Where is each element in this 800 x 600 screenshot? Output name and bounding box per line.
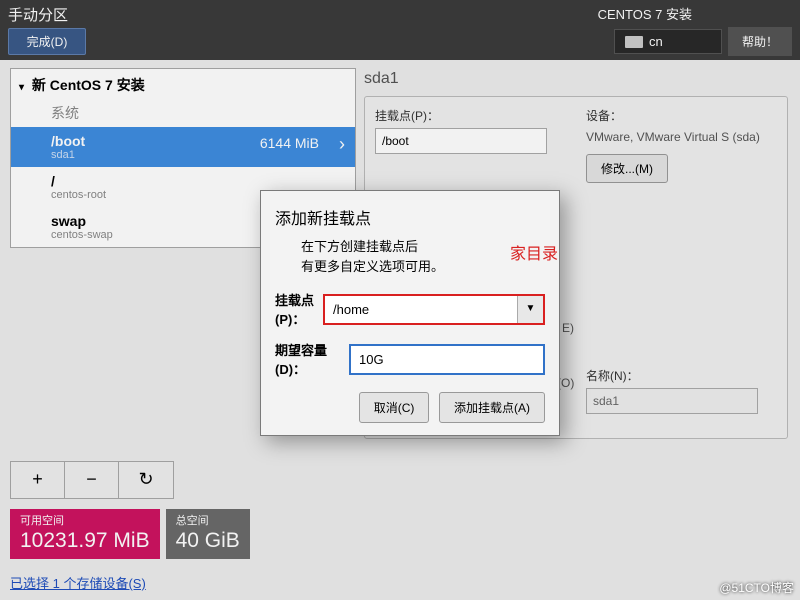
dialog-mount-input[interactable] xyxy=(325,296,517,323)
watermark-text: @51CTO博客 xyxy=(719,579,794,596)
chevron-down-icon[interactable]: ▼ xyxy=(517,296,543,323)
mount-point-combo[interactable]: ▼ xyxy=(323,294,545,325)
dialog-capacity-input[interactable] xyxy=(349,344,545,375)
dialog-mount-label: 挂载点(P)： xyxy=(275,290,323,328)
cancel-button[interactable]: 取消(C) xyxy=(359,392,430,423)
dialog-capacity-label: 期望容量(D)： xyxy=(275,340,349,378)
dialog-title: 添加新挂载点 xyxy=(275,205,545,229)
add-mount-point-dialog: 添加新挂载点 在下方创建挂载点后 有更多自定义选项可用。 挂载点(P)： ▼ 期… xyxy=(260,190,560,436)
add-mount-point-button[interactable]: 添加挂载点(A) xyxy=(439,392,545,423)
annotation-text: 家目录 xyxy=(510,240,558,264)
